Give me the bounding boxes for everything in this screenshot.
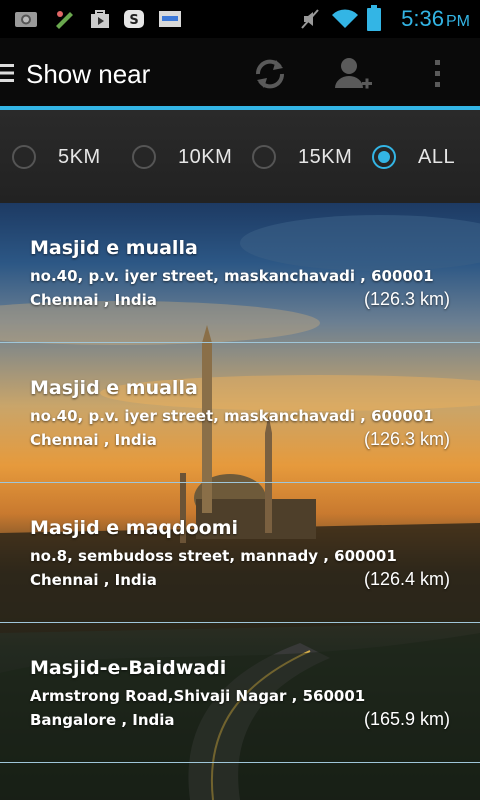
page-title[interactable]: Show near <box>26 59 150 90</box>
refresh-icon[interactable] <box>250 54 290 94</box>
list-item[interactable]: Masjid e mualla no.40, p.v. iyer street,… <box>0 343 480 483</box>
status-bar: S 5:36 PM <box>0 0 480 38</box>
list-item[interactable]: Masjid-e-Baidwadi Armstrong Road,Shivaji… <box>0 623 480 763</box>
svg-text:S: S <box>129 13 138 28</box>
list-item[interactable]: Masjid e maqdoomi no.8, sembudoss street… <box>0 483 480 623</box>
radio-5km[interactable]: 5KM <box>12 140 101 174</box>
radio-15km[interactable]: 15KM <box>252 140 352 174</box>
action-bar: Show near <box>0 38 480 106</box>
menu-icon[interactable] <box>0 63 14 83</box>
overflow-menu-icon[interactable] <box>418 54 458 94</box>
radio-button-selected-icon[interactable] <box>372 145 396 169</box>
battery-icon <box>367 5 381 31</box>
play-store-icon <box>91 10 109 28</box>
radio-button-icon[interactable] <box>132 145 156 169</box>
add-person-icon[interactable] <box>332 54 372 94</box>
results-list[interactable]: Masjid e mualla no.40, p.v. iyer street,… <box>0 203 480 800</box>
gallery-icon <box>15 12 37 27</box>
news-icon <box>159 11 181 27</box>
clock: 5:36 PM <box>401 6 470 31</box>
radio-10km[interactable]: 10KM <box>132 140 232 174</box>
radio-all[interactable]: ALL <box>372 140 455 174</box>
app-icon <box>56 11 73 29</box>
radio-button-icon[interactable] <box>12 145 36 169</box>
mute-icon <box>301 9 319 29</box>
skype-icon: S <box>124 10 144 28</box>
wifi-icon <box>332 9 358 28</box>
radio-button-icon[interactable] <box>252 145 276 169</box>
list-item[interactable]: Masjid e mualla no.40, p.v. iyer street,… <box>0 203 480 343</box>
distance-filter: 5KM 10KM 15KM ALL <box>0 110 480 203</box>
